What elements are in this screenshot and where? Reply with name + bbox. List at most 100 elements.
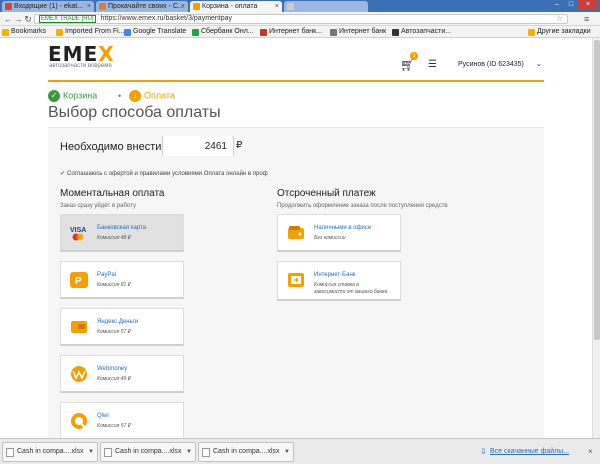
- bookmark-label: Сбербанк Онл...: [201, 28, 254, 35]
- all-downloads-link[interactable]: Все скачанные файлы...: [490, 448, 569, 455]
- agreement-checkbox[interactable]: ✔ Соглашаюсь с офертой и правилами услови…: [60, 170, 268, 177]
- amount-value: 2461: [204, 141, 227, 152]
- menu-icon[interactable]: ≡: [584, 14, 589, 24]
- arrow-down-circle-icon: ↓: [129, 90, 141, 102]
- browser-tab-4[interactable]: [284, 1, 368, 12]
- pay-method-name: Наличными в офисе: [314, 225, 372, 231]
- webmoney-icon: [69, 365, 89, 383]
- cart-icon[interactable]: 🛒︎: [400, 58, 415, 72]
- download-item[interactable]: Cash in compa....xlsx ▼: [198, 442, 294, 462]
- download-item[interactable]: Cash in compa....xlsx ▼: [100, 442, 196, 462]
- page-content: EMEX автозапчасти вовремя 🛒︎ 1 ☰ Русинов…: [0, 38, 592, 440]
- pay-method-card[interactable]: Наличными в офисе Без комиссии: [277, 214, 401, 252]
- wallet-icon: [286, 224, 306, 242]
- sberbank-icon: [192, 29, 199, 36]
- pay-method-card[interactable]: VISA Банковская карта Комиссия 48 ₽: [60, 214, 184, 252]
- bookmark-item[interactable]: Автозапчасти...: [392, 26, 451, 37]
- step-label: Оплата: [144, 90, 175, 101]
- checklist-icon[interactable]: ☰: [428, 59, 437, 70]
- chevron-down-icon[interactable]: ▼: [88, 443, 94, 461]
- window-close-icon[interactable]: ×: [578, 0, 598, 10]
- paypal-icon: P: [69, 271, 89, 289]
- download-filename: Cash in compa....xlsx: [213, 448, 280, 455]
- close-icon[interactable]: ×: [275, 1, 279, 12]
- bank-icon: [286, 271, 306, 289]
- bookmark-label: Интернет банк: [339, 28, 387, 35]
- bookmark-item[interactable]: Imported From Fi...: [56, 26, 125, 37]
- scrollbar-thumb[interactable]: [594, 40, 600, 340]
- pay-method-card[interactable]: Интернет-Банк Комиссия ставка в зависимо…: [277, 261, 401, 301]
- pay-method-name: Webmoney: [97, 366, 128, 372]
- page-scrollbar[interactable]: [592, 38, 600, 438]
- bookmark-item[interactable]: Google Translate: [124, 26, 186, 37]
- bookmark-item[interactable]: Интернет банк: [330, 26, 387, 37]
- pay-method-card[interactable]: Qiwi Комиссия 57 ₽: [60, 402, 184, 440]
- bank-icon: [260, 29, 267, 36]
- logo-tagline: автозапчасти вовремя: [49, 63, 112, 69]
- pay-method-fee: Без комиссии: [314, 235, 346, 241]
- visa-mastercard-icon: VISA: [69, 224, 89, 242]
- tab-label: Корзина - оплата: [202, 3, 258, 10]
- amount-label: Необходимо внести: [60, 141, 162, 153]
- agreement-text: Соглашаюсь с офертой и правилами условия…: [67, 171, 268, 177]
- download-item[interactable]: Cash in compa....xlsx ▼: [2, 442, 98, 462]
- chevron-down-icon[interactable]: ▼: [186, 443, 192, 461]
- bookmark-item[interactable]: Интернет банк...: [260, 26, 322, 37]
- chevron-down-icon[interactable]: ▼: [284, 443, 290, 461]
- gmail-icon: [5, 3, 12, 10]
- step-cart[interactable]: ✓ Корзина: [48, 90, 97, 102]
- bookmark-item[interactable]: Другие закладки: [528, 26, 591, 37]
- browser-tabstrip: Входящие (1) - ekat... × Прокачайте свои…: [0, 0, 600, 12]
- url-input[interactable]: EMEX TRADE [RU] https://www.emex.ru/bask…: [34, 14, 568, 24]
- pay-method-card[interactable]: Webmoney Комиссия 49 ₽: [60, 355, 184, 393]
- close-icon[interactable]: ×: [588, 447, 593, 456]
- bookmarks-bar: Bookmarks Imported From Fi... Google Tra…: [0, 26, 600, 38]
- bookmark-item[interactable]: Сбербанк Онл...: [192, 26, 254, 37]
- pay-method-card[interactable]: Яндекс.Деньги Комиссия 57 ₽: [60, 308, 184, 346]
- pay-method-name: Банковская карта: [97, 225, 147, 231]
- forward-icon[interactable]: →: [13, 14, 23, 24]
- address-bar-row: ← → ↻ EMEX TRADE [RU] https://www.emex.r…: [0, 12, 600, 26]
- secure-badge: EMEX TRADE [RU]: [39, 15, 96, 23]
- page-title: Выбор способа оплаты: [48, 104, 221, 121]
- reload-icon[interactable]: ↻: [23, 14, 33, 24]
- pay-method-fee: Комиссия ставка в: [314, 282, 359, 288]
- tab-label: Входящие (1) - ekat...: [14, 3, 83, 10]
- minimize-icon[interactable]: –: [550, 0, 564, 10]
- back-icon[interactable]: ←: [3, 14, 13, 24]
- download-shelf: Cash in compa....xlsx ▼ Cash in compa...…: [0, 438, 600, 464]
- user-account[interactable]: Русинов (ID 623435): [458, 61, 524, 68]
- bank-icon: [330, 29, 337, 36]
- download-filename: Cash in compa....xlsx: [115, 448, 182, 455]
- browser-tab-active[interactable]: Корзина - оплата ×: [190, 1, 282, 12]
- bookmark-label: Imported From Fi...: [65, 28, 125, 35]
- checkmark-icon: ✔: [60, 171, 66, 177]
- close-icon[interactable]: ×: [181, 1, 185, 12]
- maximize-icon[interactable]: □: [564, 0, 578, 10]
- step-label: Корзина: [63, 90, 98, 101]
- yandex-money-icon: [69, 318, 89, 336]
- qiwi-icon: [69, 412, 89, 430]
- site-icon: [392, 29, 399, 36]
- instant-title: Моментальная оплата: [60, 188, 165, 199]
- amount-field: 2461: [162, 136, 234, 156]
- close-icon[interactable]: ×: [87, 1, 91, 12]
- chevron-down-icon[interactable]: ⌄: [536, 60, 542, 68]
- tab-label: Прокачайте своих - С...: [108, 3, 184, 10]
- step-separator: •: [118, 91, 122, 101]
- bookmark-item[interactable]: Bookmarks: [2, 26, 46, 37]
- star-icon: [2, 29, 9, 36]
- bookmark-star-icon[interactable]: ☆: [556, 14, 563, 23]
- currency-symbol: ₽: [236, 140, 243, 151]
- pay-method-name: Интернет-Банк: [314, 272, 356, 278]
- browser-tab-2[interactable]: Прокачайте своих - С... ×: [96, 1, 188, 12]
- step-payment: ↓ Оплата: [129, 90, 175, 102]
- window-controls: – □ ×: [550, 0, 598, 10]
- bookmark-label: Другие закладки: [537, 28, 591, 35]
- pay-method-name: Яндекс.Деньги: [97, 319, 139, 325]
- browser-tab-gmail[interactable]: Входящие (1) - ekat... ×: [2, 1, 94, 12]
- pay-method-card[interactable]: P PayPal Комиссия 81 ₽: [60, 261, 184, 299]
- site-icon: [99, 3, 106, 10]
- pay-method-name: PayPal: [97, 272, 117, 278]
- deferred-title: Отсроченный платеж: [277, 188, 376, 199]
